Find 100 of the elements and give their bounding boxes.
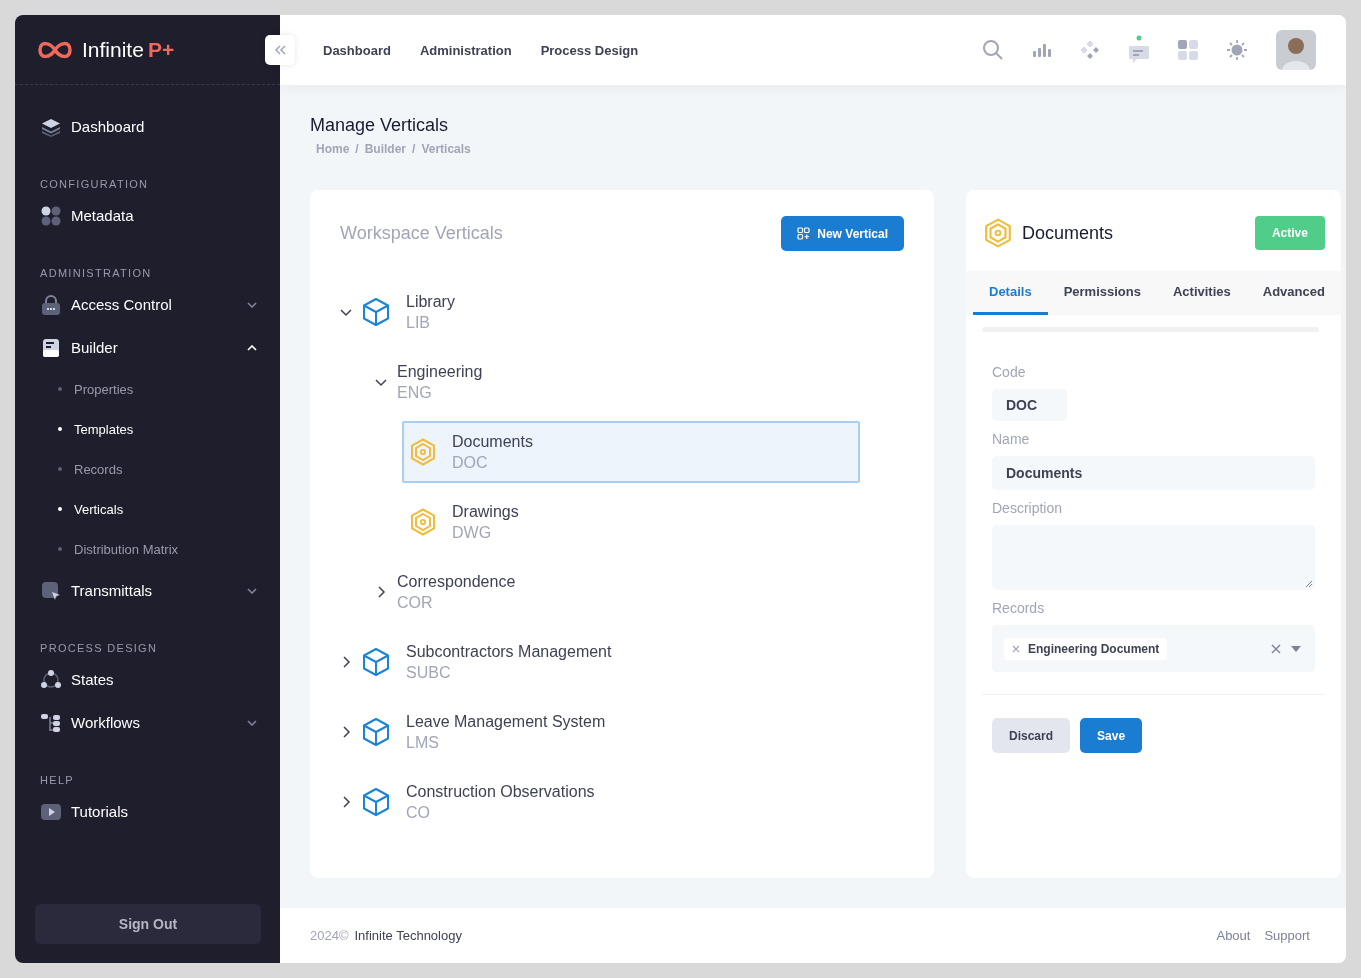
cube-icon	[362, 717, 390, 747]
field-label: Name	[992, 431, 1031, 447]
collapse-sidebar-button[interactable]	[265, 35, 295, 65]
grid-plus-icon	[797, 227, 811, 240]
sidebar-item[interactable]: Transmittals	[40, 569, 260, 612]
record-tag: Engineering Document	[1004, 637, 1168, 660]
top-nav-link[interactable]: Administration	[419, 42, 512, 58]
document-icon	[40, 336, 62, 359]
breadcrumb-separator: /	[355, 142, 359, 156]
double-chevron-icon	[274, 45, 286, 55]
field-label: Description	[992, 500, 1064, 516]
cube-icon	[362, 787, 390, 817]
vertical-name: Documents	[452, 432, 533, 451]
hexagon-icon	[410, 438, 436, 466]
sidebar-subitem[interactable]: Verticals	[40, 489, 260, 529]
sidebar-item[interactable]: Builder	[40, 326, 260, 369]
dots-grid-icon	[40, 204, 62, 227]
lock-icon	[40, 293, 62, 316]
sidebar-subitem[interactable]: Templates	[40, 409, 260, 449]
records-select[interactable]: Engineering Document	[992, 625, 1315, 672]
tree-item[interactable]: Subcontractors Management SUBC	[332, 631, 860, 693]
section-heading: HELP	[40, 774, 75, 786]
vertical-code: LMS	[406, 733, 440, 752]
vertical-name: Leave Management System	[406, 712, 606, 731]
vertical-code: DWG	[452, 523, 493, 542]
tab[interactable]: Advanced	[1246, 271, 1341, 315]
tree-item[interactable]: Leave Management System LMS	[332, 701, 860, 763]
save-button[interactable]: Save	[1080, 718, 1143, 753]
tree-item[interactable]: Documents DOC	[402, 421, 860, 483]
name-field[interactable]: Documents	[992, 456, 1315, 490]
footer-link[interactable]: About	[1216, 928, 1251, 943]
vertical-code: DOC	[452, 453, 489, 472]
section-heading: ADMINISTRATION	[40, 267, 153, 279]
vertical-name: Correspondence	[397, 572, 516, 591]
vertical-name: Library	[406, 292, 455, 311]
vertical-name: Subcontractors Management	[406, 642, 612, 661]
tree-item[interactable]: Library LIB	[332, 281, 860, 343]
tab[interactable]: Activities	[1156, 271, 1247, 315]
detail-title: Documents	[1022, 222, 1115, 244]
sidebar-item[interactable]: Access Control	[40, 283, 260, 326]
new-vertical-button[interactable]: New Vertical	[781, 216, 904, 251]
cube-icon	[362, 297, 390, 327]
hexagon-icon	[410, 508, 436, 536]
company-name: Infinite Technology	[354, 928, 462, 943]
cube-icon	[362, 647, 390, 677]
sidebar-item[interactable]: States	[40, 658, 260, 701]
sign-out-button[interactable]: Sign Out	[35, 904, 261, 944]
sun-icon[interactable]	[1226, 39, 1248, 61]
sidebar-item[interactable]: Metadata	[40, 194, 260, 237]
tree-item[interactable]: Drawings DWG	[402, 491, 860, 553]
tree-item[interactable]: Engineering ENG	[367, 351, 860, 413]
description-field[interactable]	[992, 525, 1315, 590]
vertical-code: LIB	[406, 313, 431, 332]
sidebar-item[interactable]: Dashboard	[40, 105, 260, 148]
page-title: Manage Verticals	[310, 115, 450, 136]
code-field[interactable]: DOC	[992, 389, 1067, 421]
sidebar-subitem[interactable]: Distribution Matrix	[40, 529, 260, 569]
copyright-year: 2024©	[310, 928, 349, 943]
vertical-name: Engineering	[397, 362, 483, 381]
field-label: Code	[992, 364, 1027, 380]
avatar[interactable]	[1276, 30, 1316, 70]
discard-button[interactable]: Discard	[992, 718, 1071, 753]
field-label: Records	[992, 600, 1046, 616]
vertical-code: SUBC	[406, 663, 452, 682]
vertical-code: CO	[406, 803, 431, 822]
section-heading: CONFIGURATION	[40, 178, 150, 190]
tab[interactable]: Permissions	[1047, 271, 1157, 315]
vertical-code: COR	[397, 593, 434, 612]
tab[interactable]: Details	[973, 271, 1048, 315]
brand-suffix: P+	[147, 37, 175, 62]
sidebar-item[interactable]: Workflows	[40, 701, 260, 744]
diamond-dots-icon[interactable]	[1080, 40, 1100, 60]
tree-item[interactable]: Correspondence COR	[367, 561, 860, 623]
hexagon-icon	[984, 218, 1012, 248]
vertical-name: Drawings	[452, 502, 519, 521]
apps-grid-icon[interactable]	[1178, 40, 1198, 60]
vertical-name: Construction Observations	[406, 782, 595, 801]
bar-chart-icon[interactable]	[1032, 43, 1052, 57]
clear-icon[interactable]	[1270, 643, 1281, 654]
card-title: Workspace Verticals	[340, 223, 503, 244]
cursor-square-icon	[40, 579, 62, 602]
section-heading: PROCESS DESIGN	[40, 642, 159, 654]
chat-icon[interactable]	[1128, 35, 1150, 65]
status-badge: Active	[1254, 216, 1325, 250]
breadcrumb-separator: /	[412, 142, 416, 156]
dropdown-caret-icon[interactable]	[1290, 645, 1301, 652]
resize-handle-icon[interactable]	[1304, 580, 1313, 588]
vertical-code: ENG	[397, 383, 433, 402]
sidebar-item[interactable]: Tutorials	[40, 790, 260, 833]
nodes-icon	[40, 668, 62, 691]
top-nav-link[interactable]: Dashboard	[323, 42, 391, 58]
sidebar-subitem[interactable]: Records	[40, 449, 260, 489]
search-icon[interactable]	[982, 39, 1004, 61]
brand-name: Infinite	[82, 37, 144, 62]
top-nav-link[interactable]: Process Design	[540, 42, 639, 58]
remove-icon[interactable]	[1012, 644, 1020, 653]
footer-link[interactable]: Support	[1264, 928, 1310, 943]
tree-icon	[40, 711, 62, 734]
tree-item[interactable]: Construction Observations CO	[332, 771, 860, 833]
sidebar-subitem[interactable]: Properties	[40, 369, 260, 409]
